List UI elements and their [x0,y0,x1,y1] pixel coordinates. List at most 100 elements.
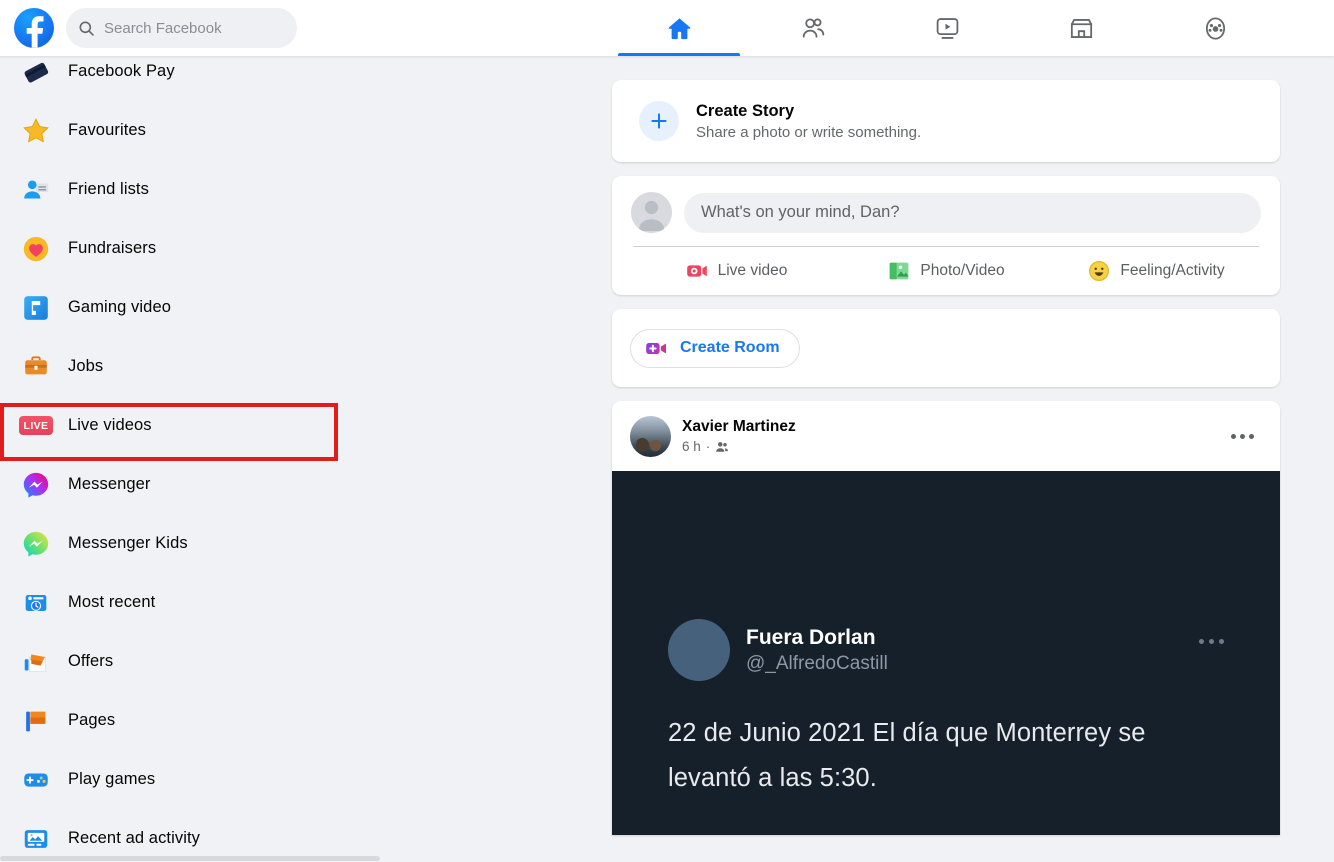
offers-icon [18,644,54,680]
tweet-handle: @_AlfredoCastill [746,652,888,674]
post-timestamp-row: 6 h · [682,439,796,454]
post-timestamp: 6 h [682,439,701,454]
create-story-title: Create Story [696,101,795,120]
post-author-name[interactable]: Xavier Martinez [682,418,796,436]
sidebar-item-messenger[interactable]: Messenger [0,455,612,514]
sidebar-item-label: Messenger Kids [68,534,188,552]
live-badge-icon: LIVE [18,408,54,444]
pages-icon [18,703,54,739]
more-options-icon [1219,638,1224,644]
create-room-button[interactable]: Create Room [630,328,800,368]
sidebar-item-facebook-pay[interactable]: Facebook Pay [0,56,612,101]
sidebar-item-gaming-video[interactable]: Gaming video [0,278,612,337]
nav-tab-watch[interactable] [880,0,1014,56]
sidebar-item-offers[interactable]: Offers [0,632,612,691]
more-options-icon [1231,433,1236,439]
scrollbar-thumb[interactable] [0,856,380,861]
photo-video-icon [890,262,909,280]
tweet-author-avatar [668,619,730,681]
sidebar-item-label: Live videos [68,416,152,434]
post-header: Xavier Martinez 6 h · [612,401,1280,471]
composer-action-label: Photo/Video [920,262,1005,279]
nav-tab-friends[interactable] [746,0,880,56]
composer-placeholder: What's on your mind, Dan? [701,203,900,221]
more-options-icon [1199,638,1204,644]
post-separator: · [705,439,711,454]
sidebar-item-label: Most recent [68,593,156,611]
messenger-icon [18,467,54,503]
composer-action-feeling-activity[interactable]: Feeling/Activity [1051,259,1261,283]
sidebar-item-label: Favourites [68,121,147,139]
more-options-icon [1249,433,1254,439]
composer-action-photo-video[interactable]: Photo/Video [841,259,1051,283]
sidebar-item-label: Messenger [68,475,151,493]
sidebar-item-label: Recent ad activity [68,829,201,847]
search-input[interactable] [104,19,279,37]
sidebar-item-jobs[interactable]: Jobs [0,337,612,396]
sidebar-item-label: Play games [68,770,156,788]
create-room-card: Create Room [612,309,1280,387]
main-nav-tabs [612,0,1282,56]
heart-icon [18,231,54,267]
tweet-display-name: Fuera Dorlan [746,625,876,649]
create-room-label: Create Room [680,339,780,356]
search-bar[interactable] [66,8,297,48]
sidebar-item-pages[interactable]: Pages [0,691,612,750]
recent-ad-activity-icon [18,821,54,857]
post-image-embedded-tweet[interactable]: Fuera Dorlan @_AlfredoCastill 22 de Juni… [612,471,1280,835]
composer-action-live-video[interactable]: Live video [631,259,841,283]
tweet-header: Fuera Dorlan @_AlfredoCastill [668,471,1224,681]
feeling-activity-icon [1089,261,1110,281]
facebook-logo-icon[interactable] [14,8,54,48]
more-options-icon [1240,433,1245,439]
tweet-options-button [1199,638,1224,662]
live-badge-text: LIVE [19,416,53,435]
sidebar-item-label: Facebook Pay [68,62,175,80]
friends-audience-icon [716,441,729,452]
avatar[interactable] [631,192,672,233]
post-author-avatar[interactable] [630,415,671,457]
create-story-subtitle: Share a photo or write something. [696,123,922,141]
composer-input[interactable]: What's on your mind, Dan? [684,192,1261,233]
left-sidebar[interactable]: Facebook Pay Favourites Friend lists Fun… [0,56,612,862]
sidebar-item-label: Pages [68,711,116,729]
create-room-icon [646,342,666,354]
play-games-icon [18,762,54,798]
nav-tab-home[interactable] [612,0,746,56]
sidebar-item-favourites[interactable]: Favourites [0,101,612,160]
post-composer-card: What's on your mind, Dan? Live video Pho… [612,176,1280,295]
facebook-pay-icon [18,56,54,90]
sidebar-item-label: Jobs [68,357,104,375]
create-story-card[interactable]: Create Story Share a photo or write some… [612,80,1280,162]
sidebar-item-most-recent[interactable]: Most recent [0,573,612,632]
friends-icon [802,17,824,38]
nav-tab-marketplace[interactable] [1014,0,1148,56]
composer-action-label: Live video [717,262,788,279]
top-navigation-bar [0,0,1334,56]
news-feed: Create Story Share a photo or write some… [612,56,1282,862]
friend-lists-icon [18,172,54,208]
groups-icon [1205,16,1225,40]
sidebar-item-label: Gaming video [68,298,172,316]
watch-icon [936,17,958,39]
feed-post: Xavier Martinez 6 h · Fuera Dorlan @_Alf… [612,401,1280,835]
plus-icon [639,101,679,141]
composer-action-label: Feeling/Activity [1120,262,1225,279]
sidebar-horizontal-scrollbar[interactable] [0,855,612,862]
sidebar-item-friend-lists[interactable]: Friend lists [0,160,612,219]
marketplace-icon [1070,18,1092,38]
sidebar-item-messenger-kids[interactable]: Messenger Kids [0,514,612,573]
sidebar-item-label: Offers [68,652,114,670]
sidebar-item-label: Fundraisers [68,239,157,257]
gaming-video-icon [18,290,54,326]
star-icon [18,113,54,149]
home-icon [668,17,690,39]
sidebar-item-play-games[interactable]: Play games [0,750,612,809]
sidebar-item-live-videos[interactable]: LIVE Live videos [0,396,612,455]
post-options-button[interactable] [1223,426,1262,447]
nav-tab-groups[interactable] [1148,0,1282,56]
messenger-kids-icon [18,526,54,562]
live-video-icon [686,265,707,277]
sidebar-item-fundraisers[interactable]: Fundraisers [0,219,612,278]
tweet-text: 22 de Junio 2021 El día que Monterrey se… [668,719,1146,792]
